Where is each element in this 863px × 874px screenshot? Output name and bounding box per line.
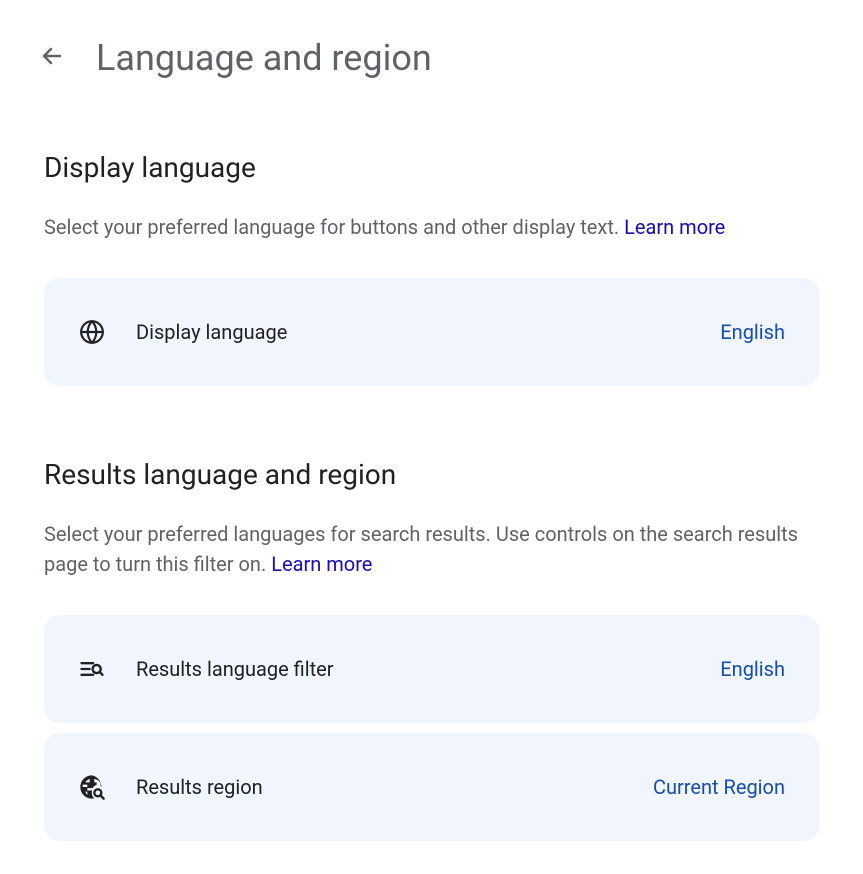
setting-value: Current Region — [653, 775, 785, 799]
display-language-card[interactable]: Display language English — [44, 278, 819, 386]
setting-label: Results language filter — [136, 657, 720, 681]
back-button[interactable] — [32, 36, 72, 79]
setting-value: English — [720, 657, 785, 681]
region-search-icon — [78, 773, 106, 801]
globe-icon — [78, 318, 106, 346]
description-text: Select your preferred language for butto… — [44, 215, 624, 239]
results-language-card[interactable]: Results language filter English — [44, 615, 819, 723]
section-title-display-language: Display language — [44, 151, 819, 184]
setting-label: Results region — [136, 775, 653, 799]
learn-more-link[interactable]: Learn more — [624, 215, 725, 239]
section-title-results: Results language and region — [44, 458, 819, 491]
results-region-card[interactable]: Results region Current Region — [44, 733, 819, 841]
language-filter-icon — [78, 655, 106, 683]
section-description: Select your preferred language for butto… — [44, 212, 819, 242]
arrow-left-icon — [40, 44, 64, 71]
page-header: Language and region — [0, 0, 863, 79]
section-description: Select your preferred languages for sear… — [44, 519, 819, 579]
description-text: Select your preferred languages for sear… — [44, 522, 798, 576]
page-title: Language and region — [96, 37, 432, 79]
setting-value: English — [720, 320, 785, 344]
results-section: Results language and region Select your … — [44, 458, 819, 841]
setting-label: Display language — [136, 320, 720, 344]
learn-more-link[interactable]: Learn more — [271, 552, 372, 576]
display-language-section: Display language Select your preferred l… — [44, 151, 819, 386]
page-content: Display language Select your preferred l… — [0, 151, 863, 841]
